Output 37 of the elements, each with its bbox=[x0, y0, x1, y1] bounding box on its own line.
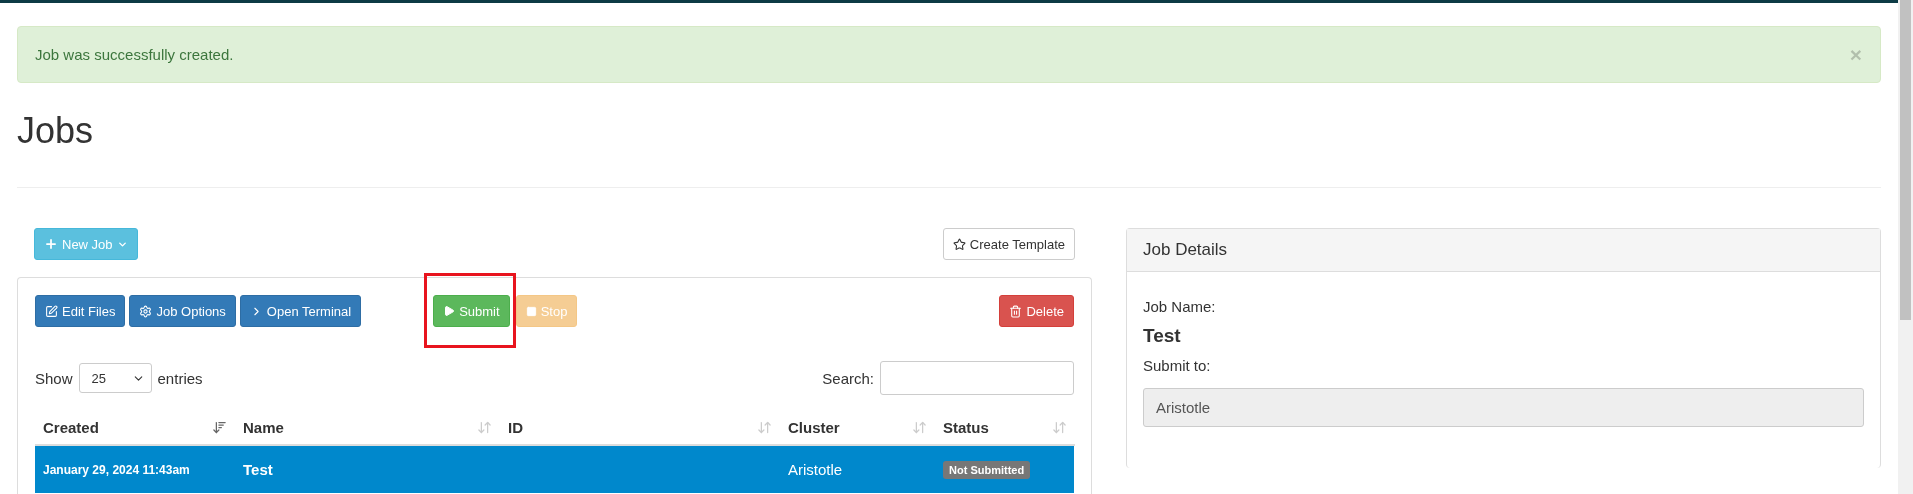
status-badge: Not Submitted bbox=[943, 460, 1031, 479]
search-label: Search: bbox=[822, 369, 874, 387]
field-label: Submit to: bbox=[1143, 357, 1212, 374]
star-icon bbox=[952, 237, 966, 251]
toolbar-button[interactable]: Submit bbox=[433, 295, 510, 327]
entries-select[interactable]: 25 bbox=[78, 363, 152, 393]
alert-message: Job was successfully created. bbox=[35, 46, 234, 63]
settings-icon bbox=[139, 304, 153, 318]
table-cell: Aristotle bbox=[788, 461, 843, 478]
show-label: Show bbox=[35, 369, 73, 387]
toolbar-button[interactable]: Edit Files bbox=[35, 295, 126, 327]
toolbar-button[interactable]: Delete bbox=[999, 295, 1074, 327]
plus-icon bbox=[44, 237, 58, 251]
entries-label: entries bbox=[157, 369, 203, 387]
table-cell: January 29, 2024 11:43am bbox=[43, 462, 190, 477]
scrollbar-thumb[interactable] bbox=[1900, 0, 1911, 320]
column-header[interactable]: ID bbox=[508, 419, 523, 436]
toolbar-button[interactable]: Open Terminal bbox=[239, 295, 362, 327]
submit-to-field[interactable]: Aristotle bbox=[1143, 388, 1864, 427]
table-row[interactable]: January 29, 2024 11:43am Test Aristotle Not Submitted bbox=[35, 446, 1074, 493]
column-header[interactable]: Cluster bbox=[788, 419, 840, 436]
field-label: Job Name: bbox=[1143, 298, 1217, 315]
panel-title: Job Details bbox=[1127, 229, 1880, 272]
toolbar-button[interactable]: Job Options bbox=[129, 295, 236, 327]
play-icon bbox=[443, 305, 456, 317]
page-title: Jobs bbox=[17, 109, 95, 153]
stop-icon bbox=[525, 305, 537, 317]
sort-icon[interactable] bbox=[212, 420, 227, 435]
column-header[interactable]: Created bbox=[43, 419, 99, 436]
job-name: Test bbox=[1143, 325, 1182, 347]
column-header[interactable]: Name bbox=[243, 419, 284, 436]
table-cell: Test bbox=[243, 461, 273, 478]
create-template-button[interactable]: Create Template bbox=[942, 228, 1075, 260]
trash-icon bbox=[1009, 304, 1023, 318]
edit-icon bbox=[45, 304, 58, 318]
column-header[interactable]: Status bbox=[943, 419, 989, 436]
search-field[interactable] bbox=[880, 361, 1074, 395]
